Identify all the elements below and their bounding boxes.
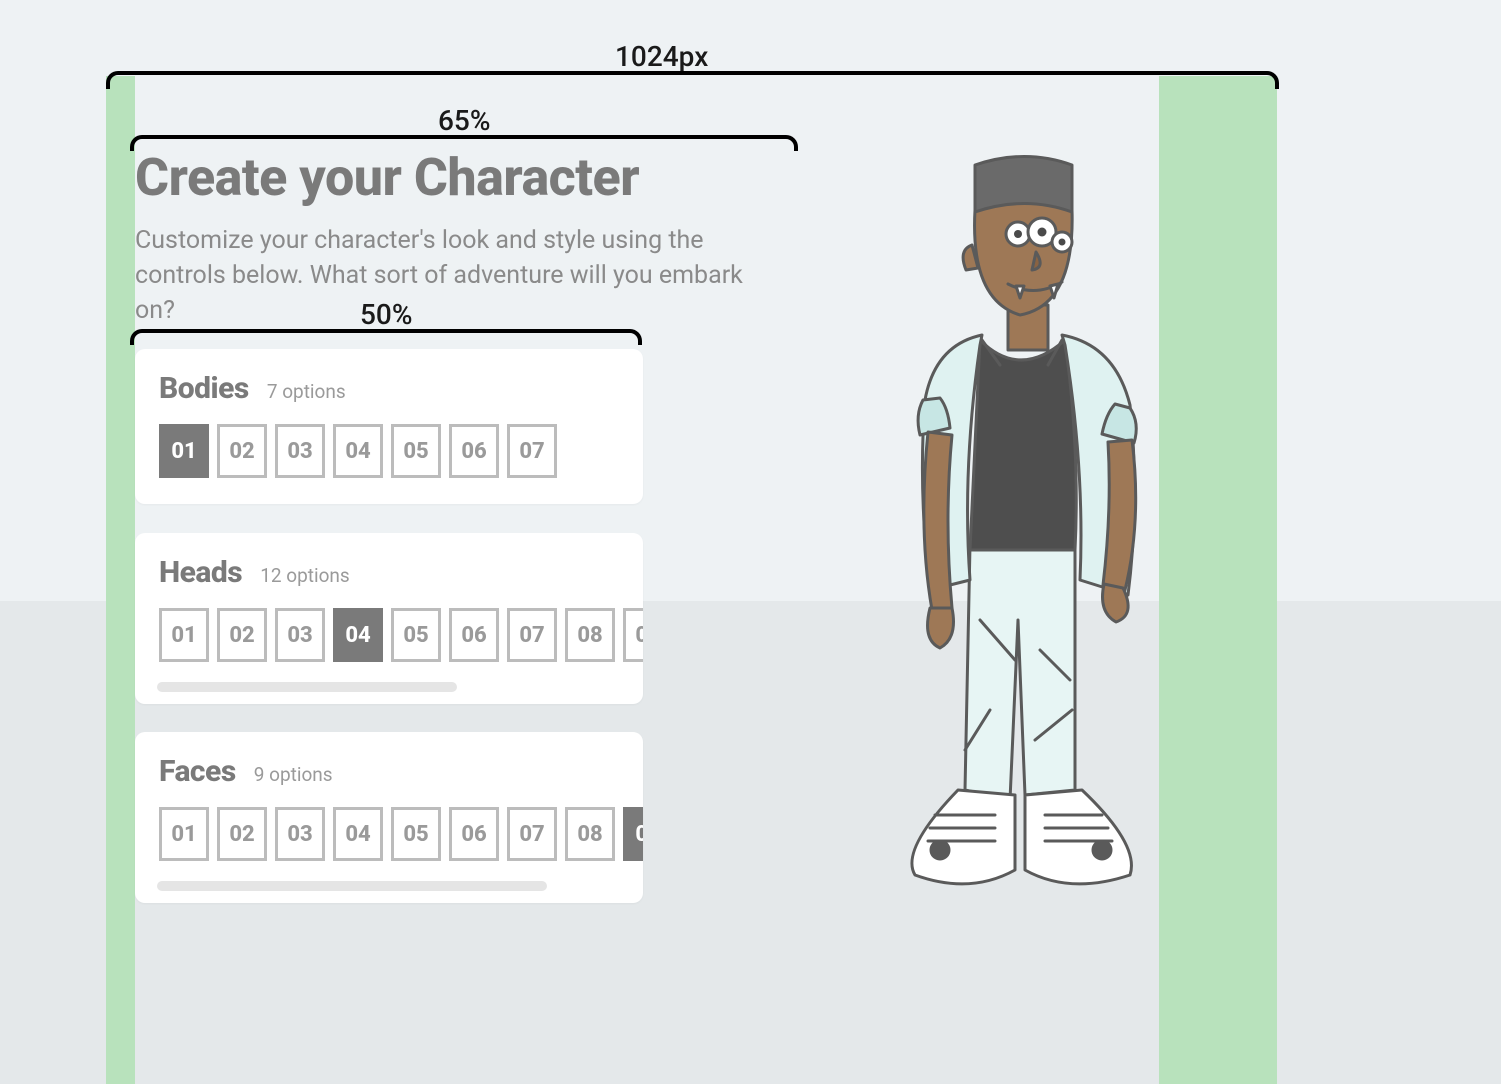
option-button[interactable]: 09: [623, 807, 643, 861]
option-button[interactable]: 02: [217, 807, 267, 861]
panel-heads: Heads 12 options 01020304050607080910111…: [135, 533, 643, 704]
panel-faces: Faces 9 options 010203040506070809: [135, 732, 643, 903]
option-button[interactable]: 02: [217, 608, 267, 662]
dimension-label-65: 65%: [438, 104, 490, 137]
panel-header: Bodies 7 options: [159, 371, 619, 406]
option-button[interactable]: 08: [565, 608, 615, 662]
option-button[interactable]: 07: [507, 424, 557, 478]
scrollbar-heads[interactable]: [157, 682, 457, 692]
option-button[interactable]: 01: [159, 807, 209, 861]
panel-title-heads: Heads: [159, 555, 242, 590]
option-button[interactable]: 04: [333, 807, 383, 861]
page-subtitle: Customize your character's look and styl…: [135, 223, 775, 328]
page-title: Create your Character: [135, 147, 639, 208]
dimension-bracket-50: [130, 329, 642, 345]
dimension-label-width: 1024px: [615, 40, 708, 73]
option-button[interactable]: 09: [623, 608, 643, 662]
margin-indicator-left: [106, 76, 135, 1084]
scrollbar-faces[interactable]: [157, 881, 547, 891]
panel-count-heads: 12 options: [260, 564, 350, 587]
dimension-bracket-width: [106, 71, 1279, 89]
option-button[interactable]: 08: [565, 807, 615, 861]
panel-header: Faces 9 options: [159, 754, 619, 789]
option-button[interactable]: 04: [333, 424, 383, 478]
option-button[interactable]: 06: [449, 424, 499, 478]
panel-bodies: Bodies 7 options 01020304050607: [135, 349, 643, 504]
option-button[interactable]: 01: [159, 608, 209, 662]
panel-count-faces: 9 options: [254, 763, 333, 786]
option-row-faces[interactable]: 010203040506070809: [159, 807, 619, 861]
character-preview: [840, 150, 1185, 920]
option-button[interactable]: 05: [391, 608, 441, 662]
option-button[interactable]: 07: [507, 608, 557, 662]
panel-title-faces: Faces: [159, 754, 236, 789]
option-button[interactable]: 03: [275, 608, 325, 662]
option-button[interactable]: 06: [449, 807, 499, 861]
option-button[interactable]: 05: [391, 807, 441, 861]
option-button[interactable]: 06: [449, 608, 499, 662]
option-button[interactable]: 05: [391, 424, 441, 478]
option-button[interactable]: 03: [275, 424, 325, 478]
option-button[interactable]: 04: [333, 608, 383, 662]
option-row-bodies[interactable]: 01020304050607: [159, 424, 619, 478]
panel-count-bodies: 7 options: [267, 380, 346, 403]
option-button[interactable]: 07: [507, 807, 557, 861]
panel-title-bodies: Bodies: [159, 371, 249, 406]
option-row-heads[interactable]: 010203040506070809101112: [159, 608, 619, 662]
option-button[interactable]: 02: [217, 424, 267, 478]
character-illustration-icon: [840, 150, 1185, 920]
option-button[interactable]: 01: [159, 424, 209, 478]
option-button[interactable]: 03: [275, 807, 325, 861]
panel-header: Heads 12 options: [159, 555, 619, 590]
